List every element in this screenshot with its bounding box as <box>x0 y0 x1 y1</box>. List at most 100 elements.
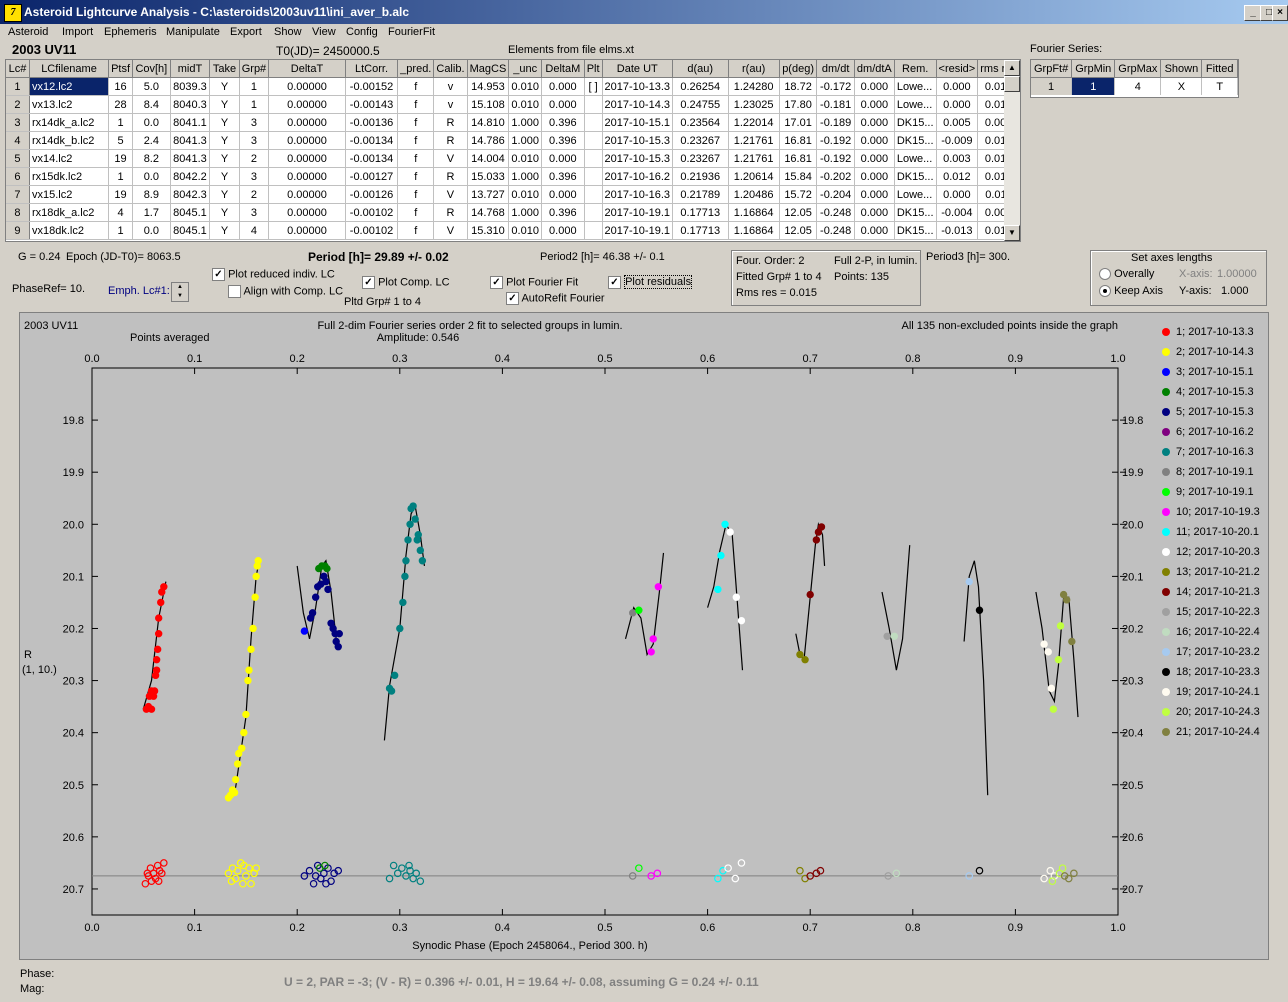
table-cell[interactable]: Lowe... <box>894 185 937 204</box>
table-cell[interactable]: 16.81 <box>779 131 818 150</box>
table-cell[interactable]: 0.000 <box>854 113 895 132</box>
table-cell[interactable]: 12.05 <box>779 221 818 240</box>
table-cell[interactable]: 8045.1 <box>170 203 211 222</box>
table-cell[interactable]: 14.004 <box>467 149 510 168</box>
overall-radio[interactable]: Overally <box>1099 268 1154 281</box>
table-row[interactable]: 6 rx15dk.lc2 1 0.0 8042.2 Y 3 0.00000 -0.00127 f R… <box>6 167 1020 186</box>
column-header[interactable]: Calib. <box>433 60 468 78</box>
table-cell[interactable]: 5 <box>108 131 134 150</box>
table-cell[interactable]: 28 <box>108 95 134 114</box>
table-cell[interactable]: -0.004 <box>936 203 979 222</box>
table-cell[interactable]: DK15... <box>894 203 937 222</box>
column-header[interactable]: Lc# <box>6 60 30 78</box>
table-cell[interactable]: -0.204 <box>816 185 855 204</box>
table-cell[interactable]: 1 <box>239 95 270 114</box>
table-cell[interactable]: 4 <box>108 203 134 222</box>
table-row[interactable]: 4 rx14dk_b.lc2 5 2.4 8041.3 Y 3 0.00000 -0.00134… <box>6 131 1020 150</box>
column-header[interactable]: Plt <box>584 60 603 78</box>
table-cell[interactable]: -0.009 <box>936 131 979 150</box>
table-cell[interactable]: 19 <box>108 185 134 204</box>
table-cell[interactable]: 1.22014 <box>728 113 780 132</box>
column-header[interactable]: dm/dtA <box>854 60 895 78</box>
column-header[interactable]: LtCorr. <box>345 60 399 78</box>
column-header[interactable]: d(au) <box>672 60 729 78</box>
column-header[interactable]: _unc <box>508 60 542 78</box>
table-cell[interactable]: 0.00000 <box>268 203 346 222</box>
table-cell[interactable]: 16 <box>108 77 134 96</box>
table-cell[interactable]: 13.727 <box>467 185 510 204</box>
table-cell[interactable]: 0.010 <box>508 149 542 168</box>
table-cell[interactable] <box>584 185 603 204</box>
table-cell[interactable]: 0.24755 <box>672 95 729 114</box>
table-cell[interactable]: 0.000 <box>854 77 895 96</box>
table-cell[interactable]: Y <box>209 77 240 96</box>
table-cell[interactable]: 17.01 <box>779 113 818 132</box>
table-cell[interactable]: 8.4 <box>132 95 171 114</box>
table-cell[interactable]: 0.396 <box>541 131 585 150</box>
table-cell[interactable]: 0.012 <box>936 167 979 186</box>
menu-view[interactable]: View <box>312 26 336 38</box>
scroll-up-icon[interactable]: ▲ <box>1004 60 1020 76</box>
table-row[interactable]: 3 rx14dk_a.lc2 1 0.0 8041.1 Y 3 0.00000 -0.00136… <box>6 113 1020 132</box>
table-cell[interactable]: 0.000 <box>854 95 895 114</box>
table-cell[interactable]: 0.00000 <box>268 113 346 132</box>
table-cell[interactable] <box>584 203 603 222</box>
column-header[interactable]: Cov[h] <box>132 60 171 78</box>
table-cell[interactable]: 0.000 <box>854 167 895 186</box>
table-cell[interactable]: Lowe... <box>894 149 937 168</box>
table-cell[interactable]: 3 <box>239 167 270 186</box>
column-header[interactable]: DeltaM <box>541 60 585 78</box>
table-cell[interactable]: f <box>397 167 435 186</box>
table-cell[interactable]: 2017-10-14.3 <box>602 95 674 114</box>
table-cell[interactable]: vx14.lc2 <box>29 149 110 168</box>
table-cell[interactable]: v <box>433 77 468 96</box>
keep-axis-radio[interactable]: Keep Axis <box>1099 285 1163 298</box>
row-header[interactable]: 3 <box>6 113 30 132</box>
table-cell[interactable]: 0.17713 <box>672 203 729 222</box>
table-cell[interactable]: -0.189 <box>816 113 855 132</box>
table-cell[interactable]: f <box>397 113 435 132</box>
table-cell[interactable]: 0.000 <box>541 77 585 96</box>
table-cell[interactable]: 0.003 <box>936 149 979 168</box>
table-cell[interactable]: 16.81 <box>779 149 818 168</box>
menu-config[interactable]: Config <box>346 26 378 38</box>
table-cell[interactable]: 0.21936 <box>672 167 729 186</box>
table-cell[interactable] <box>584 221 603 240</box>
table-cell[interactable]: 8041.1 <box>170 113 211 132</box>
column-header[interactable]: MagCS <box>467 60 510 78</box>
column-header[interactable]: LCfilename <box>29 60 110 78</box>
fourier-cell[interactable]: 4 <box>1114 77 1162 95</box>
table-cell[interactable]: 17.80 <box>779 95 818 114</box>
table-cell[interactable]: 1.000 <box>508 167 542 186</box>
table-cell[interactable]: 1.000 <box>508 113 542 132</box>
table-cell[interactable]: 0.010 <box>508 185 542 204</box>
table-cell[interactable]: 0.396 <box>541 167 585 186</box>
table-cell[interactable]: 0.00000 <box>268 149 346 168</box>
menu-import[interactable]: Import <box>62 26 93 38</box>
table-cell[interactable]: 1.21761 <box>728 149 780 168</box>
column-header[interactable]: Date UT <box>602 60 674 78</box>
table-cell[interactable]: 2017-10-15.1 <box>602 113 674 132</box>
table-cell[interactable]: rx14dk_b.lc2 <box>29 131 110 150</box>
table-cell[interactable]: 8.9 <box>132 185 171 204</box>
table-cell[interactable]: 1.000 <box>508 131 542 150</box>
table-cell[interactable]: rx15dk.lc2 <box>29 167 110 186</box>
table-cell[interactable] <box>584 95 603 114</box>
table-cell[interactable]: 2017-10-16.2 <box>602 167 674 186</box>
fourier-series-table[interactable]: GrpFt# GrpMin GrpMax Shown Fitted 1 1 4 … <box>1030 59 1239 98</box>
column-header[interactable]: _pred. <box>397 60 435 78</box>
table-cell[interactable]: -0.00102 <box>345 221 399 240</box>
row-header[interactable]: 2 <box>6 95 30 114</box>
column-header[interactable]: <resid> <box>936 60 979 78</box>
table-cell[interactable]: 0.00000 <box>268 167 346 186</box>
table-cell[interactable]: 0.000 <box>936 95 979 114</box>
autorefit-checkbox[interactable]: ✓ AutoRefit Fourier <box>506 292 605 305</box>
table-cell[interactable]: f <box>397 221 435 240</box>
table-cell[interactable]: v <box>433 95 468 114</box>
table-cell[interactable]: f <box>397 203 435 222</box>
table-cell[interactable]: R <box>433 167 468 186</box>
plot-fourier-checkbox[interactable]: ✓ Plot Fourier Fit <box>490 276 578 289</box>
table-cell[interactable]: V <box>433 185 468 204</box>
table-cell[interactable]: -0.248 <box>816 203 855 222</box>
table-cell[interactable]: 14.768 <box>467 203 510 222</box>
